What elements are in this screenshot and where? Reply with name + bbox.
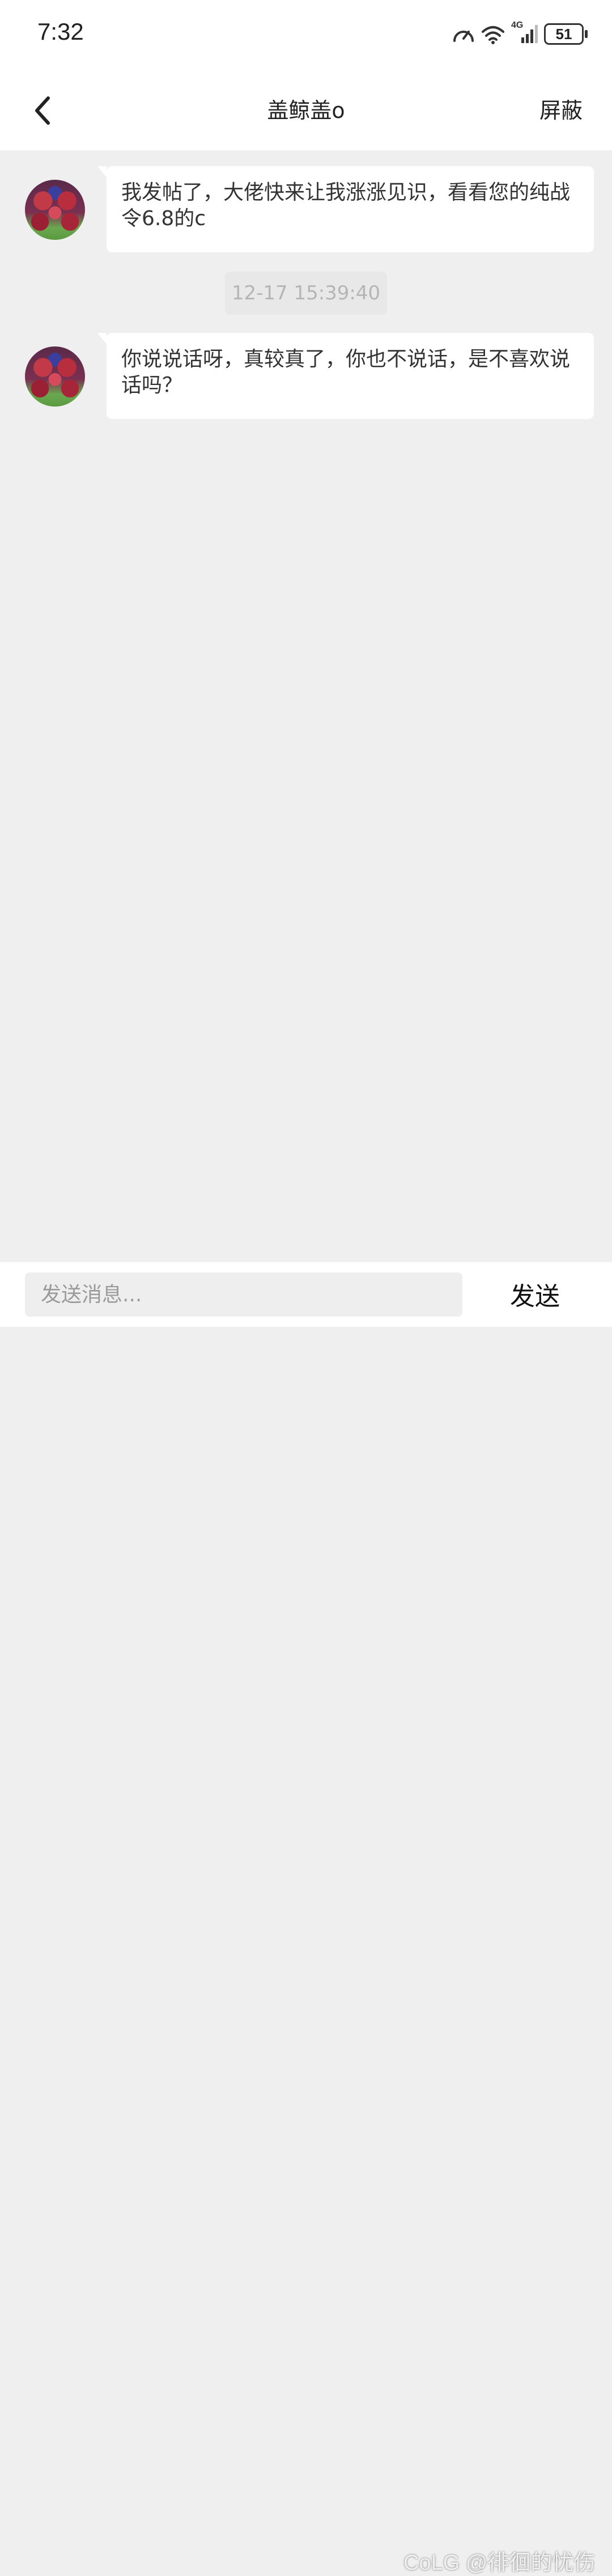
status-icons: 4G 51 <box>452 20 588 48</box>
message-timestamp: 12-17 15:39:40 <box>225 272 387 315</box>
page-title: 盖鲸盖o <box>267 98 345 123</box>
battery-icon: 51 <box>544 23 588 45</box>
avatar[interactable] <box>25 346 85 407</box>
battery-level: 51 <box>555 25 572 43</box>
send-button[interactable]: 发送 <box>510 1276 560 1312</box>
signal-icon: 4G <box>511 20 538 44</box>
message-bubble[interactable]: 我发帖了，大佬快来让我涨涨见识，看看您的纯战令6.8的c <box>97 166 594 252</box>
chat-header: 盖鲸盖o 屏蔽 <box>0 68 612 150</box>
watermark: CoLG @徘徊的忧伤 <box>403 2551 596 2575</box>
message-text: 我发帖了，大佬快来让我涨涨见识，看看您的纯战令6.8的c <box>121 181 571 230</box>
message-input-bar: 发送 CoLG @徘徊的忧伤 <box>0 1262 612 2575</box>
wifi-icon <box>481 24 505 44</box>
message-input[interactable] <box>25 1272 462 1317</box>
block-button[interactable]: 屏蔽 <box>539 93 583 124</box>
message-bubble[interactable]: 你说说话呀，真较真了，你也不说话，是不喜欢说话吗？ <box>97 333 594 419</box>
status-bar: 7:32 4G 51 <box>0 0 612 68</box>
speedometer-icon <box>452 24 475 44</box>
avatar[interactable] <box>25 180 85 240</box>
message-text: 你说说话呀，真较真了，你也不说话，是不喜欢说话吗？ <box>121 348 571 397</box>
status-time: 7:32 <box>37 18 84 45</box>
network-type: 4G <box>511 20 524 30</box>
timestamp-text: 12-17 15:39:40 <box>231 282 381 304</box>
